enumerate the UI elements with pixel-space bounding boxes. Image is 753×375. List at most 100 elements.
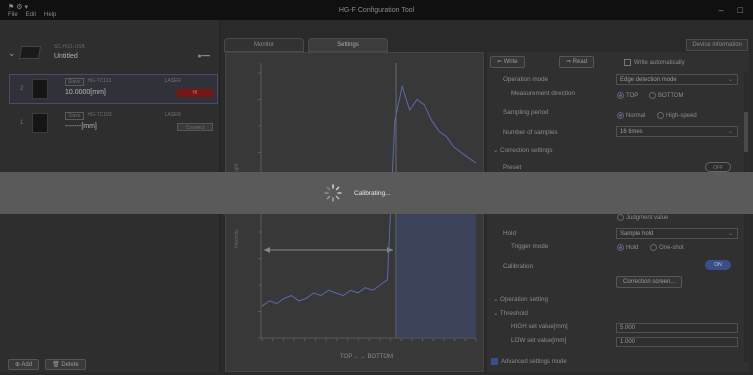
- menu-file[interactable]: File: [8, 12, 18, 18]
- menu-edit[interactable]: Edit: [26, 12, 36, 18]
- advanced-settings-checkbox[interactable]: Advanced settings mode: [491, 358, 567, 365]
- checkbox-box: [491, 358, 498, 365]
- window-controls: – □: [719, 5, 743, 15]
- number-of-samples-label: Number of samples: [503, 129, 558, 136]
- radio-dot: [617, 214, 624, 221]
- high-set-value-label: HIGH set value[mm]: [511, 323, 568, 330]
- radio-dot: [649, 92, 656, 99]
- menu-help[interactable]: Help: [44, 12, 56, 18]
- hold-select[interactable]: Sample hold ⌄: [616, 228, 738, 239]
- sampling-normal-label: Normal: [626, 112, 646, 119]
- maximize-button[interactable]: □: [738, 5, 743, 15]
- trigger-oneshot-radio[interactable]: One-shot: [650, 244, 684, 251]
- delete-label: Delete: [61, 362, 79, 368]
- add-label: Add: [21, 362, 33, 368]
- sampling-high-radio[interactable]: High-speed: [657, 112, 697, 119]
- operation-setting-section[interactable]: ⌄ Operation setting: [493, 296, 548, 303]
- judgment-value-radio[interactable]: Judgment value: [617, 214, 668, 221]
- arrow-head-right: [387, 247, 393, 253]
- arrow-head-left: [264, 247, 270, 253]
- radio-dot: [617, 244, 624, 251]
- sampling-high-label: High-speed: [666, 112, 697, 119]
- device-name: Untitled: [54, 53, 78, 60]
- sensor-icon: [32, 79, 48, 99]
- app-window: ⚑ ⚙ ▾ HG-F Configuration Tool File Edit …: [0, 0, 753, 372]
- laser-label: LASER: [164, 112, 181, 118]
- device-information-button[interactable]: Device information: [686, 39, 748, 51]
- chevron-down-icon: ⌄: [727, 77, 733, 83]
- direction-top-radio[interactable]: TOP: [617, 92, 638, 99]
- trigger-hold-radio[interactable]: Hold: [617, 244, 638, 251]
- controller-icon: [18, 46, 42, 59]
- sampling-normal-radio[interactable]: Normal: [617, 112, 645, 119]
- sensor-item[interactable]: 2 Slave HG-TC113 10.0000[mm] LASER HI: [9, 74, 218, 104]
- trigger-mode-label: Trigger mode: [511, 243, 549, 250]
- operation-mode-select[interactable]: Edge detection mode ⌄: [616, 74, 738, 85]
- preset-label: Preset: [503, 164, 522, 171]
- trigger-oneshot-label: One-shot: [659, 244, 684, 251]
- low-set-value-label: LOW set value[mm]: [511, 337, 567, 344]
- radio-dot: [617, 112, 624, 119]
- read-label: Read: [572, 59, 588, 65]
- write-automatically-checkbox[interactable]: Write automatically: [624, 59, 685, 66]
- operation-mode-label: Operation mode: [503, 76, 549, 83]
- write-label: Write: [503, 59, 518, 65]
- y-axis-label: Intensity: [234, 229, 240, 248]
- device-root-item[interactable]: ⌄ SC-HG1-USB Untitled ●━━: [8, 44, 218, 64]
- write-button[interactable]: ⇐ Write: [490, 56, 525, 68]
- title-bar: ⚑ ⚙ ▾ HG-F Configuration Tool File Edit …: [0, 0, 753, 20]
- read-button[interactable]: ⇒ Read: [559, 56, 595, 68]
- minimize-button[interactable]: –: [719, 5, 724, 15]
- left-actions: ⊕ Add 🗑 Delete: [8, 359, 86, 370]
- spinner-icon: [324, 184, 342, 202]
- sensor-index: 1: [20, 120, 24, 126]
- advanced-settings-label: Advanced settings mode: [501, 358, 567, 365]
- correction-settings-section[interactable]: ⌄ Correction settings: [493, 147, 553, 154]
- connect-badge[interactable]: Connect: [177, 123, 213, 131]
- judgment-value-label: Judgment value: [626, 214, 669, 221]
- chevron-down-icon[interactable]: ⌄: [8, 48, 16, 59]
- direction-top-label: TOP: [626, 92, 639, 99]
- radio-dot: [650, 244, 657, 251]
- preset-toggle[interactable]: OFF: [705, 162, 731, 172]
- correction-settings-label: Correction settings: [500, 147, 553, 154]
- device-model: SC-HG1-USB: [54, 44, 85, 50]
- sensor-icon: [32, 113, 48, 133]
- direction-bottom-radio[interactable]: BOTTOM: [649, 92, 684, 99]
- correction-screen-button[interactable]: Correction screen...: [616, 276, 683, 288]
- tab-monitor[interactable]: Monitor: [224, 38, 304, 52]
- direction-bottom-label: BOTTOM: [658, 92, 684, 99]
- scrollbar-thumb[interactable]: [744, 112, 748, 152]
- x-axis-label: TOP ←→ BOTTOM: [340, 354, 394, 360]
- calibration-toggle[interactable]: ON: [705, 260, 731, 270]
- sensor-model: HG-TC113: [87, 78, 112, 84]
- main-tabs: Monitor Settings: [224, 38, 388, 52]
- checkbox-box: [624, 59, 631, 66]
- high-set-value-input[interactable]: 5.000: [616, 323, 738, 333]
- operation-setting-label: Operation setting: [500, 296, 548, 303]
- number-of-samples-value: 16 times: [620, 129, 643, 135]
- sensor-role-tag: Slave: [65, 112, 84, 120]
- delete-button[interactable]: 🗑 Delete: [45, 359, 86, 370]
- radio-dot: [617, 92, 624, 99]
- settings-scrollbar[interactable]: [744, 72, 748, 362]
- laser-label: LASER: [164, 78, 181, 84]
- sensor-role-tag: Slave: [65, 78, 84, 86]
- tab-settings[interactable]: Settings: [308, 38, 388, 52]
- number-of-samples-select[interactable]: 16 times ⌄: [616, 126, 738, 137]
- trigger-hold-label: Hold: [626, 244, 639, 251]
- chevron-down-icon: ⌄: [727, 231, 733, 237]
- sampling-period-label: Sampling period: [503, 109, 549, 116]
- hold-value: Sample hold: [620, 231, 654, 237]
- link-icon: ●━━: [197, 53, 210, 60]
- radio-dot: [657, 112, 664, 119]
- hold-label: Hold: [503, 230, 516, 237]
- window-title: HG-F Configuration Tool: [338, 7, 415, 14]
- sensor-model: HG-TC103: [87, 112, 112, 118]
- sensor-item[interactable]: 1 Slave HG-TC103 -------[mm] LASER Conne…: [9, 108, 218, 138]
- threshold-section[interactable]: ⌄ Threshold: [493, 310, 528, 317]
- add-button[interactable]: ⊕ Add: [8, 359, 40, 370]
- menu-bar: File Edit Help: [8, 12, 56, 18]
- calibrating-message: Calibrating...: [354, 190, 391, 197]
- low-set-value-input[interactable]: 1.000: [616, 337, 738, 347]
